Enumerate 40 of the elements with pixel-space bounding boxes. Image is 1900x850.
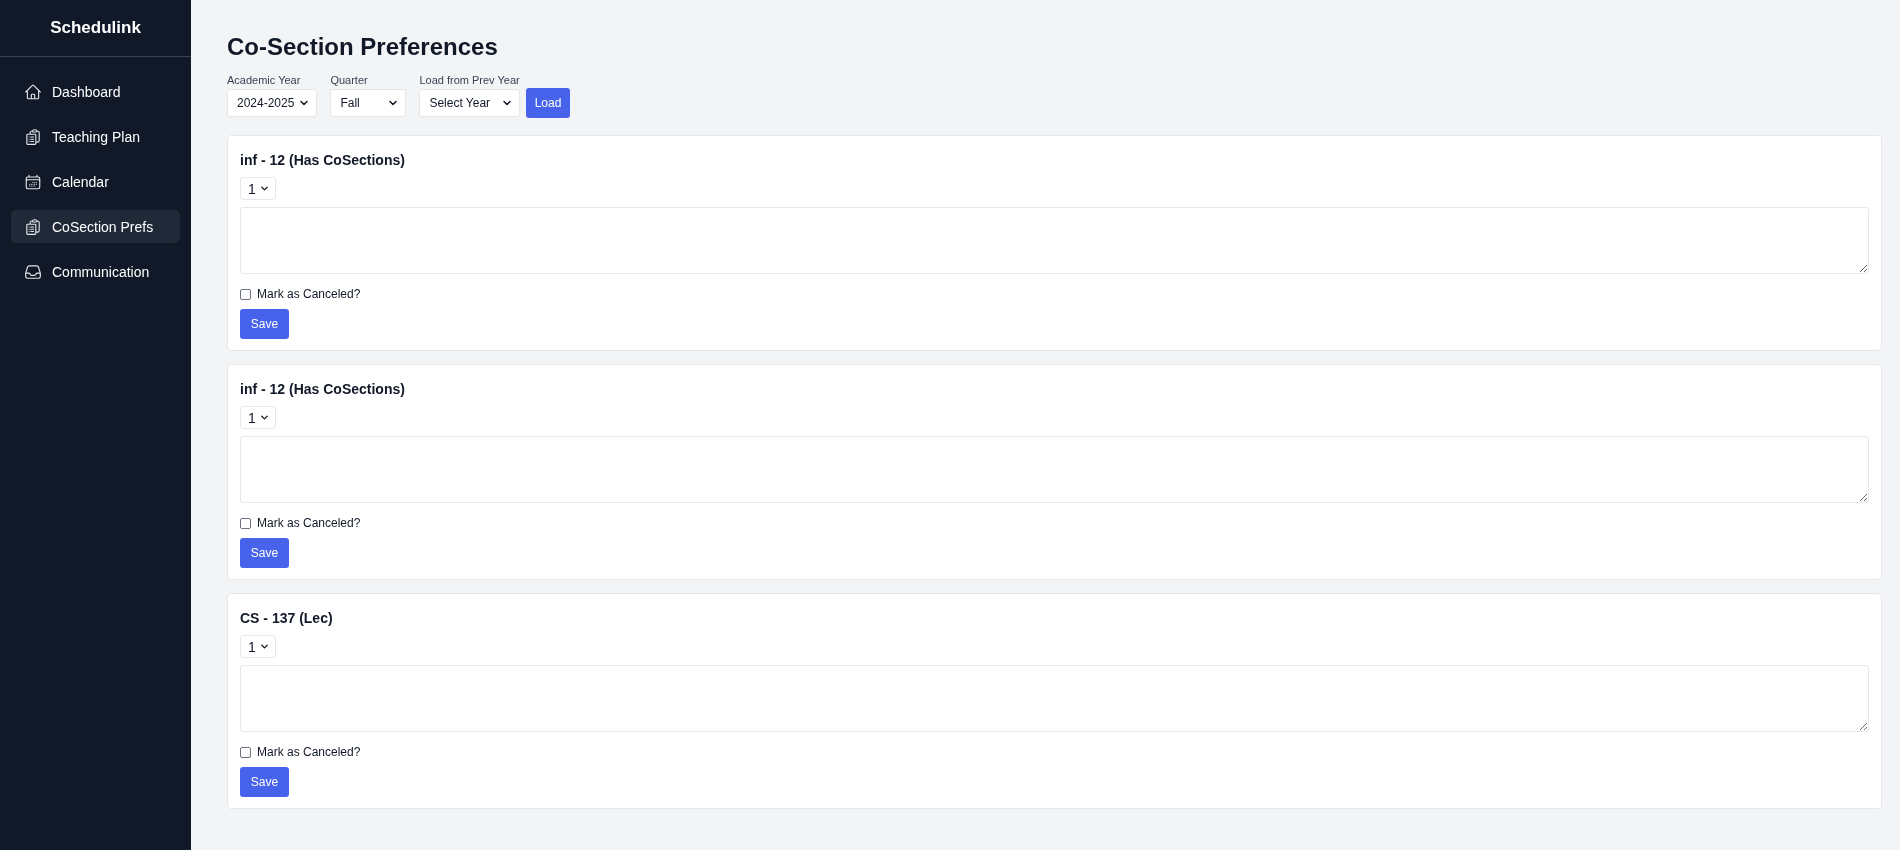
clipboard-icon	[24, 127, 42, 146]
nav-item[interactable]: Teaching Plan	[11, 120, 180, 153]
calendar-icon	[24, 172, 42, 191]
cancel-checkbox[interactable]	[240, 288, 251, 300]
section-title: inf - 12 (Has CoSections)	[240, 380, 405, 398]
clipboard-icon	[24, 217, 42, 236]
save-button[interactable]: Save	[240, 767, 289, 797]
filter-label: Academic Year	[227, 73, 302, 87]
cancel-label: Mark as Canceled?	[257, 287, 361, 301]
save-button[interactable]: Save	[240, 538, 289, 568]
chevron-down-icon	[258, 641, 270, 652]
filter-label: Load from Prev Year	[419, 73, 520, 87]
notes-field[interactable]	[240, 436, 1869, 503]
save-button[interactable]: Save	[240, 309, 289, 339]
cancel-label: Mark as Canceled?	[257, 745, 361, 759]
cancel-label: Mark as Canceled?	[257, 516, 361, 530]
chevron-down-icon	[258, 412, 270, 423]
nav-item[interactable]: Calendar	[11, 165, 180, 198]
app-logo: Schedulink	[50, 18, 141, 38]
nav-item[interactable]: CoSection Prefs	[11, 210, 180, 243]
page-title: Co-Section Preferences	[227, 32, 499, 62]
filter-label: Quarter	[330, 73, 369, 87]
prev-year-select[interactable]: Select Year	[419, 89, 520, 117]
section-title: CS - 137 (Lec)	[240, 609, 333, 627]
nav-item[interactable]: Dashboard	[11, 75, 180, 108]
number-select[interactable]: 1	[240, 177, 276, 200]
cancel-checkbox[interactable]	[240, 517, 251, 529]
section-title: inf - 12 (Has CoSections)	[240, 151, 405, 169]
cancel-checkbox[interactable]	[240, 746, 251, 758]
number-select[interactable]: 1	[240, 406, 276, 429]
quarter-select[interactable]: Fall	[330, 89, 407, 117]
year-select[interactable]: 2024-2025	[227, 89, 318, 117]
load-button[interactable]: Load	[525, 88, 571, 118]
notes-field[interactable]	[240, 207, 1869, 274]
home-icon	[24, 82, 42, 101]
chevron-down-icon	[258, 183, 270, 194]
inbox-icon	[24, 262, 42, 281]
number-select[interactable]: 1	[240, 635, 276, 658]
nav-item[interactable]: Communication	[11, 255, 180, 288]
notes-field[interactable]	[240, 665, 1869, 732]
